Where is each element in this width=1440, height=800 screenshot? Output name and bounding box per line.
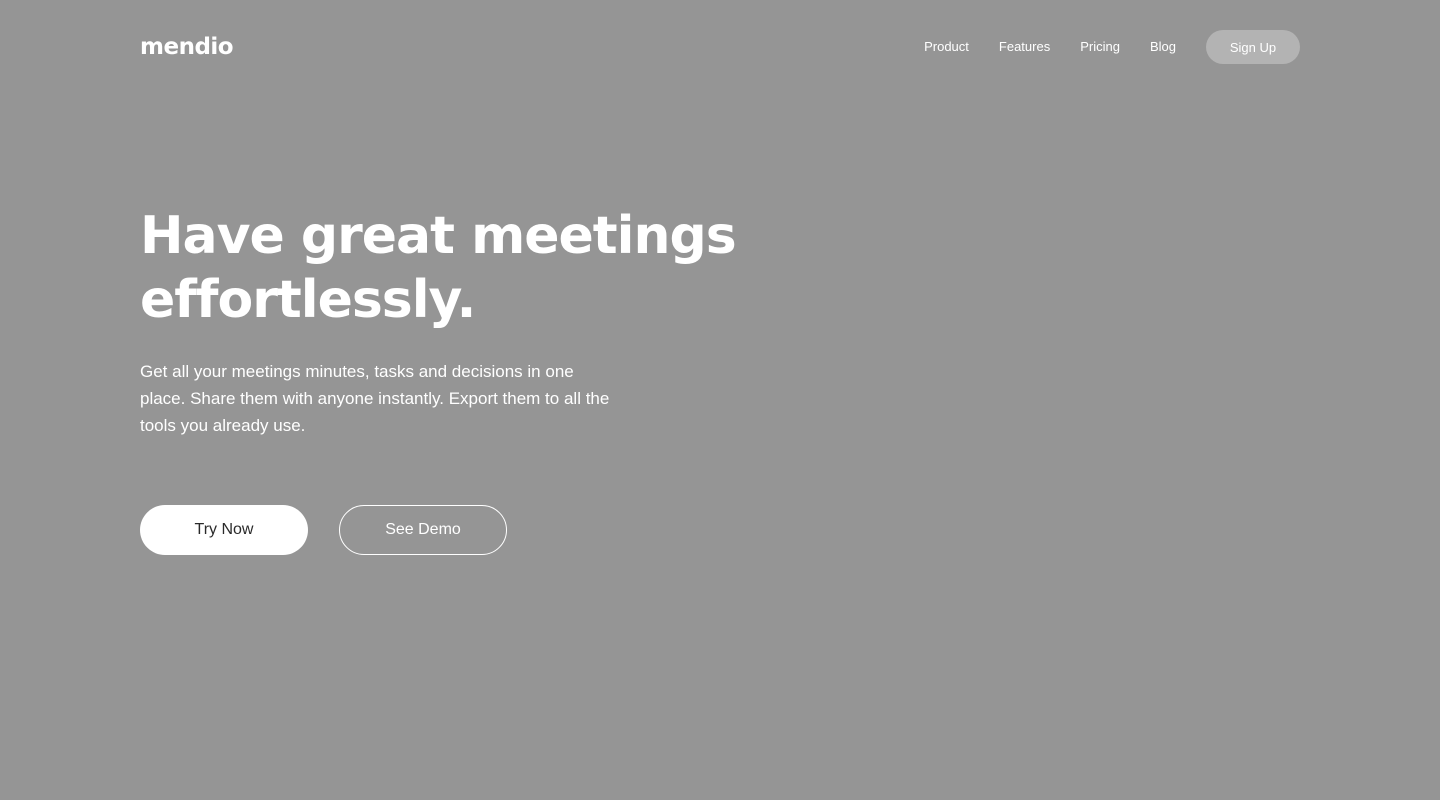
hero-title: Have great meetings effortlessly. — [140, 206, 737, 330]
nav-link-pricing[interactable]: Pricing — [1080, 30, 1120, 64]
nav-link-product[interactable]: Product — [924, 30, 969, 64]
nav-link-blog[interactable]: Blog — [1150, 30, 1176, 64]
try-now-button[interactable]: Try Now — [140, 505, 308, 555]
brand-logo[interactable]: mendio — [140, 30, 234, 64]
nav-link-features[interactable]: Features — [999, 30, 1050, 64]
nav-links: Product Features Pricing Blog Sign Up — [924, 30, 1300, 64]
see-demo-button[interactable]: See Demo — [339, 505, 507, 555]
sign-up-button[interactable]: Sign Up — [1206, 30, 1300, 64]
hero-subtitle: Get all your meetings minutes, tasks and… — [140, 362, 610, 435]
top-nav: mendio Product Features Pricing Blog Sig… — [140, 30, 1300, 64]
